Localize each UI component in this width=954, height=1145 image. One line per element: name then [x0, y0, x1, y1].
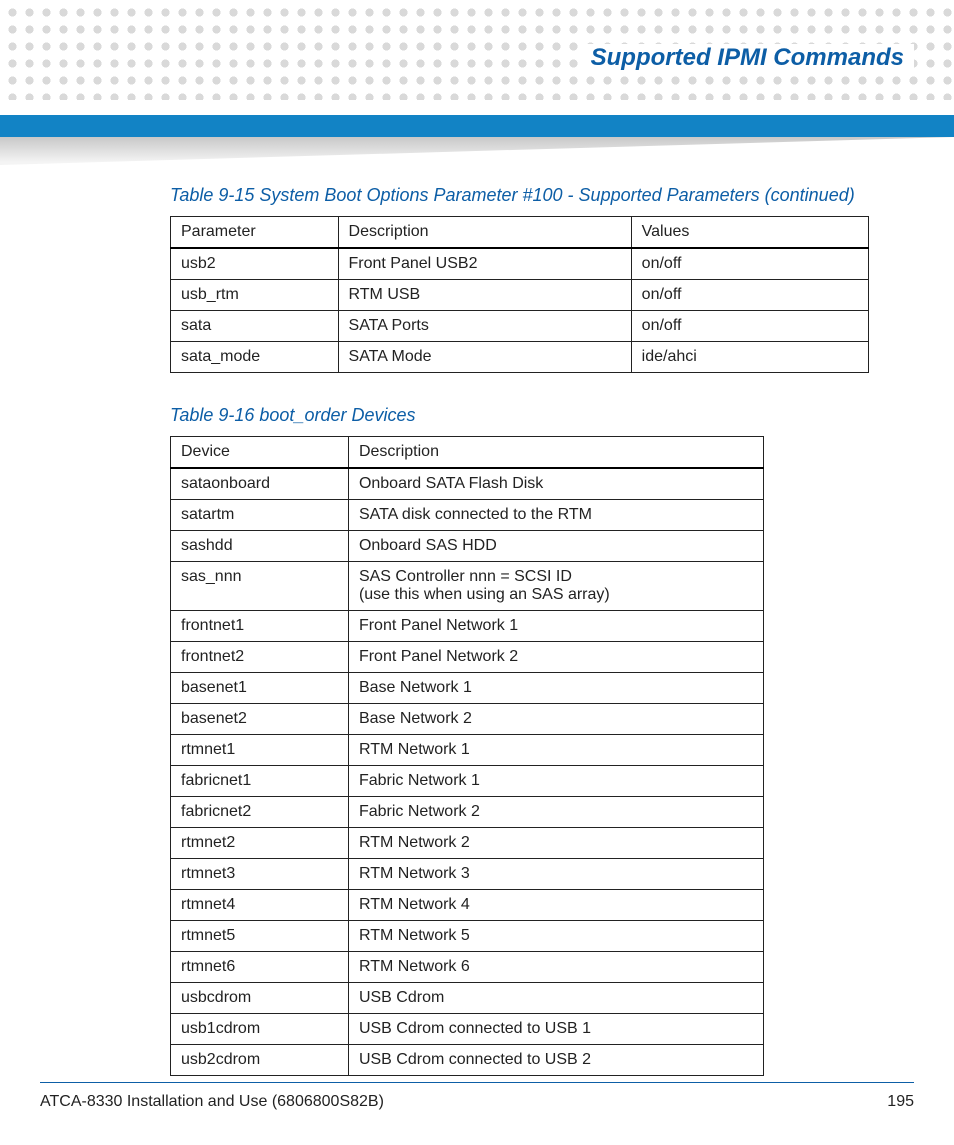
table-row: usb2 Front Panel USB2 on/off [171, 248, 869, 280]
cell-description: Onboard SATA Flash Disk [348, 468, 763, 500]
footer-page-number: 195 [887, 1093, 914, 1111]
cell-description: USB Cdrom connected to USB 2 [348, 1045, 763, 1076]
header-blue-bar [0, 115, 954, 137]
cell-device: basenet2 [171, 704, 349, 735]
table-row: basenet1Base Network 1 [171, 673, 764, 704]
cell-description: SATA Ports [338, 311, 631, 342]
cell-device: fabricnet1 [171, 766, 349, 797]
table-row: rtmnet3RTM Network 3 [171, 859, 764, 890]
cell-device: usb1cdrom [171, 1014, 349, 1045]
table-row: sata SATA Ports on/off [171, 311, 869, 342]
cell-description: Front Panel Network 2 [348, 642, 763, 673]
cell-device: sashdd [171, 531, 349, 562]
page-section-title: Supported IPMI Commands [581, 44, 914, 72]
cell-parameter: sata [171, 311, 339, 342]
table-row: satartmSATA disk connected to the RTM [171, 500, 764, 531]
cell-description: Fabric Network 2 [348, 797, 763, 828]
table-9-16: Device Description sataonboardOnboard SA… [170, 436, 764, 1076]
table-header-row: Device Description [171, 437, 764, 469]
col-description: Description [348, 437, 763, 469]
table-row: rtmnet2RTM Network 2 [171, 828, 764, 859]
table-row: basenet2Base Network 2 [171, 704, 764, 735]
table-row: usbcdromUSB Cdrom [171, 983, 764, 1014]
header-wedge [0, 137, 954, 165]
table-9-15-caption: Table 9-15 System Boot Options Parameter… [170, 185, 869, 206]
table-row: fabricnet1Fabric Network 1 [171, 766, 764, 797]
footer-doc-id: ATCA-8330 Installation and Use (6806800S… [40, 1093, 384, 1111]
cell-description: RTM USB [338, 280, 631, 311]
cell-device: frontnet2 [171, 642, 349, 673]
cell-device: rtmnet3 [171, 859, 349, 890]
cell-device: rtmnet2 [171, 828, 349, 859]
col-parameter: Parameter [171, 217, 339, 249]
cell-description: SATA Mode [338, 342, 631, 373]
table-row: usb2cdromUSB Cdrom connected to USB 2 [171, 1045, 764, 1076]
cell-device: sataonboard [171, 468, 349, 500]
cell-device: fabricnet2 [171, 797, 349, 828]
cell-description: Base Network 2 [348, 704, 763, 735]
table-row: sas_nnnSAS Controller nnn = SCSI ID (use… [171, 562, 764, 611]
cell-description: RTM Network 2 [348, 828, 763, 859]
cell-device: usb2cdrom [171, 1045, 349, 1076]
cell-description: RTM Network 6 [348, 952, 763, 983]
cell-device: sas_nnn [171, 562, 349, 611]
table-header-row: Parameter Description Values [171, 217, 869, 249]
cell-device: rtmnet4 [171, 890, 349, 921]
cell-values: on/off [631, 280, 868, 311]
cell-device: basenet1 [171, 673, 349, 704]
cell-parameter: usb2 [171, 248, 339, 280]
cell-description: RTM Network 5 [348, 921, 763, 952]
table-row: rtmnet6RTM Network 6 [171, 952, 764, 983]
cell-description: Onboard SAS HDD [348, 531, 763, 562]
table-row: frontnet2Front Panel Network 2 [171, 642, 764, 673]
cell-parameter: sata_mode [171, 342, 339, 373]
cell-description: Fabric Network 1 [348, 766, 763, 797]
cell-device: usbcdrom [171, 983, 349, 1014]
cell-description: USB Cdrom connected to USB 1 [348, 1014, 763, 1045]
cell-device: frontnet1 [171, 611, 349, 642]
page-content: Table 9-15 System Boot Options Parameter… [170, 185, 869, 1108]
col-values: Values [631, 217, 868, 249]
col-description: Description [338, 217, 631, 249]
cell-parameter: usb_rtm [171, 280, 339, 311]
table-row: usb_rtm RTM USB on/off [171, 280, 869, 311]
table-row: sataonboardOnboard SATA Flash Disk [171, 468, 764, 500]
cell-values: on/off [631, 311, 868, 342]
table-row: rtmnet4RTM Network 4 [171, 890, 764, 921]
cell-device: rtmnet1 [171, 735, 349, 766]
table-row: fabricnet2Fabric Network 2 [171, 797, 764, 828]
cell-description: Front Panel USB2 [338, 248, 631, 280]
cell-description: USB Cdrom [348, 983, 763, 1014]
cell-device: rtmnet6 [171, 952, 349, 983]
table-row: rtmnet1RTM Network 1 [171, 735, 764, 766]
cell-description: SAS Controller nnn = SCSI ID (use this w… [348, 562, 763, 611]
cell-values: on/off [631, 248, 868, 280]
cell-description: Base Network 1 [348, 673, 763, 704]
cell-description: Front Panel Network 1 [348, 611, 763, 642]
cell-device: rtmnet5 [171, 921, 349, 952]
cell-description: SATA disk connected to the RTM [348, 500, 763, 531]
cell-values: ide/ahci [631, 342, 868, 373]
table-row: rtmnet5RTM Network 5 [171, 921, 764, 952]
cell-description: RTM Network 4 [348, 890, 763, 921]
cell-device: satartm [171, 500, 349, 531]
cell-description: RTM Network 3 [348, 859, 763, 890]
page-footer: ATCA-8330 Installation and Use (6806800S… [40, 1082, 914, 1111]
table-9-15: Parameter Description Values usb2 Front … [170, 216, 869, 373]
table-row: frontnet1Front Panel Network 1 [171, 611, 764, 642]
table-9-16-caption: Table 9-16 boot_order Devices [170, 405, 869, 426]
table-row: sashddOnboard SAS HDD [171, 531, 764, 562]
table-row: sata_mode SATA Mode ide/ahci [171, 342, 869, 373]
table-row: usb1cdromUSB Cdrom connected to USB 1 [171, 1014, 764, 1045]
cell-description: RTM Network 1 [348, 735, 763, 766]
col-device: Device [171, 437, 349, 469]
